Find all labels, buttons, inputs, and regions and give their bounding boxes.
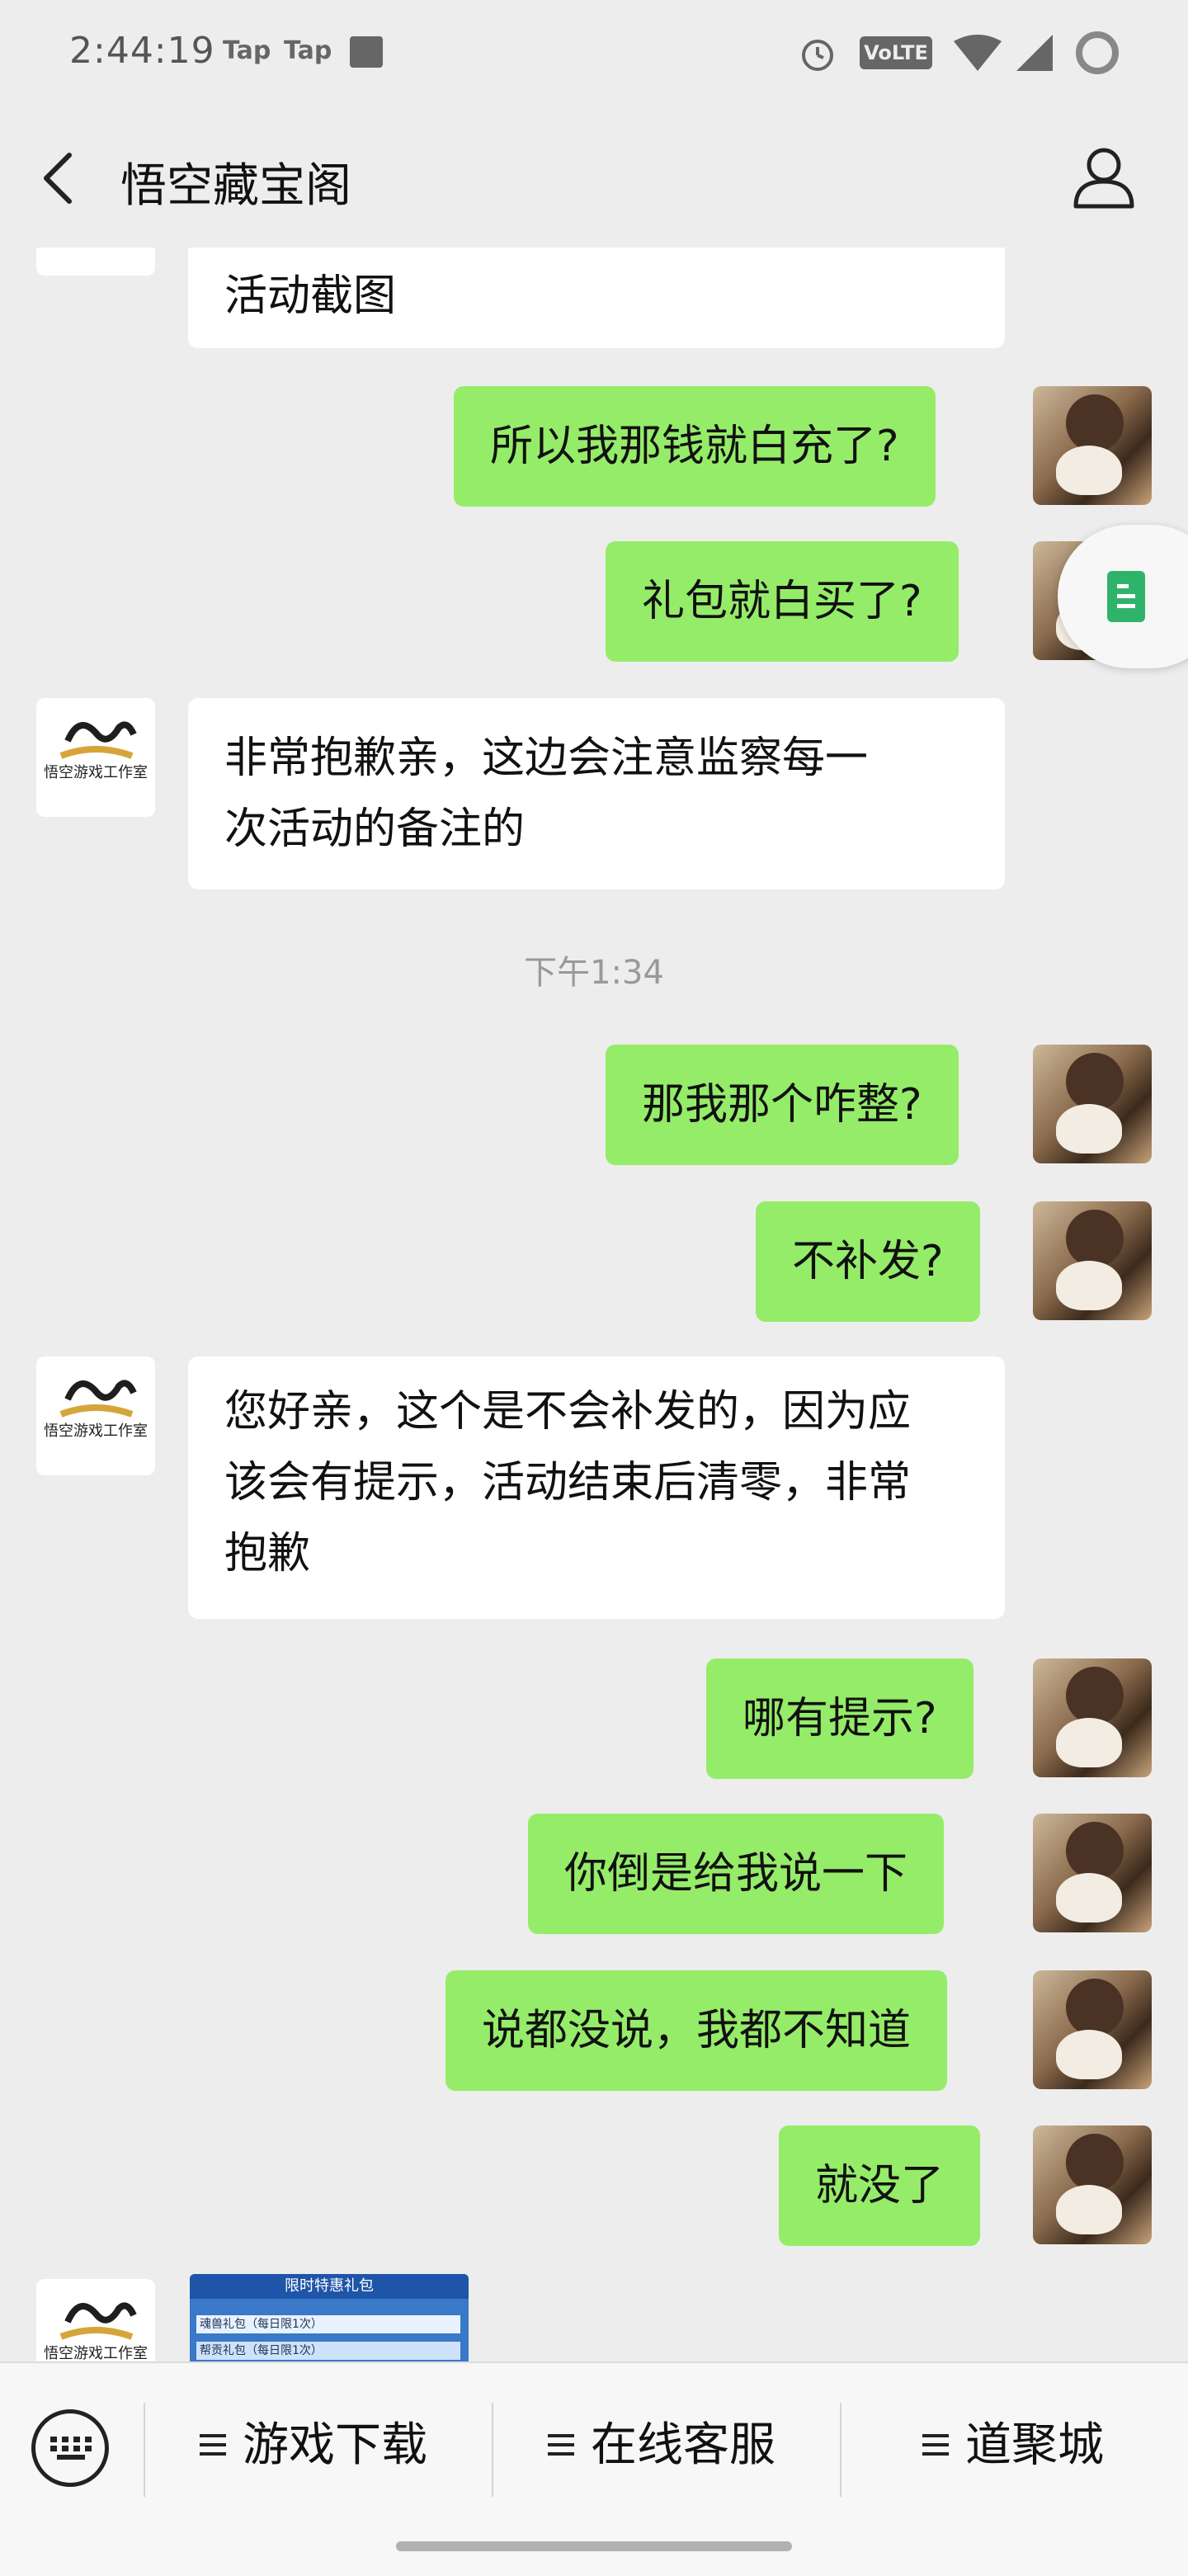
- menu-label: 游戏下载: [243, 2418, 427, 2472]
- outgoing-message[interactable]: 不补发?: [756, 1201, 980, 1322]
- user-avatar[interactable]: [1033, 2125, 1152, 2244]
- loading-ring-icon: [1076, 31, 1119, 74]
- bot-avatar[interactable]: 悟空游戏工作室: [36, 1356, 155, 1475]
- chat-header: 悟空藏宝阁: [0, 107, 1188, 248]
- bot-avatar[interactable]: 悟空游戏工作室: [36, 698, 155, 817]
- menu-divider: [840, 2403, 842, 2497]
- message-text: 礼包就白买了?: [642, 577, 922, 626]
- user-avatar[interactable]: [1033, 1970, 1152, 2089]
- image-message[interactable]: 限时特惠礼包 魂兽礼包（每日限1次） 帮贡礼包（每日限1次）: [190, 2274, 469, 2361]
- bot-avatar-label: 悟空游戏工作室: [44, 1422, 148, 1440]
- user-avatar[interactable]: [1033, 386, 1152, 505]
- studio-logo-icon: 悟空游戏工作室: [44, 721, 148, 781]
- message-text: 您好亲，这个是不会补发的，因为应 该会有提示，活动结束后清零，非常 抱歉: [224, 1387, 912, 1578]
- alarm-icon: [802, 40, 833, 71]
- incoming-message[interactable]: 非常抱歉亲，这边会注意监察每一 次活动的备注的: [188, 698, 1005, 889]
- outgoing-message[interactable]: 那我那个咋整?: [606, 1045, 959, 1165]
- outgoing-message[interactable]: 哪有提示?: [706, 1658, 974, 1779]
- menu-divider: [144, 2403, 145, 2497]
- status-time: 2:44:19: [69, 30, 215, 72]
- bot-avatar[interactable]: [36, 248, 155, 276]
- menu-daojucheng[interactable]: 道聚城: [922, 2413, 1104, 2479]
- menu-label: 在线客服: [591, 2418, 776, 2472]
- outgoing-message[interactable]: 礼包就白买了?: [606, 541, 959, 662]
- user-avatar[interactable]: [1033, 1201, 1152, 1320]
- message-text: 不补发?: [792, 1237, 944, 1286]
- bot-avatar[interactable]: 悟空游戏工作室: [36, 2279, 155, 2361]
- menu-icon: [922, 2433, 949, 2456]
- document-icon: [1107, 571, 1145, 622]
- wifi-icon: [954, 35, 1002, 71]
- outgoing-message[interactable]: 就没了: [779, 2125, 981, 2246]
- menu-icon: [548, 2433, 574, 2456]
- user-avatar[interactable]: [1033, 1814, 1152, 1932]
- bot-avatar-label: 悟空游戏工作室: [44, 764, 148, 781]
- image-row: 帮贡礼包（每日限1次）: [196, 2342, 460, 2360]
- chevron-left-icon[interactable]: [36, 149, 82, 208]
- outgoing-message[interactable]: 你倒是给我说一下: [528, 1814, 945, 1934]
- menu-online-service[interactable]: 在线客服: [548, 2413, 776, 2479]
- menu-divider: [492, 2403, 493, 2497]
- message-text: 那我那个咋整?: [642, 1080, 922, 1130]
- home-indicator[interactable]: [396, 2541, 792, 2551]
- menu-icon: [200, 2433, 226, 2456]
- bot-avatar-label: 悟空游戏工作室: [44, 2345, 148, 2361]
- message-text: 你倒是给我说一下: [564, 1849, 908, 1899]
- keyboard-icon[interactable]: [31, 2409, 109, 2487]
- tap-notification-icon: Tap: [223, 36, 271, 65]
- image-notification-icon: [350, 36, 383, 68]
- message-text: 哪有提示?: [742, 1694, 937, 1743]
- person-icon[interactable]: [1071, 144, 1137, 210]
- message-text: 就没了: [815, 2161, 945, 2210]
- studio-logo-icon: 悟空游戏工作室: [44, 2302, 148, 2361]
- message-text: 非常抱歉亲，这边会注意监察每一 次活动的备注的: [224, 734, 869, 854]
- incoming-message[interactable]: 活动截图: [188, 248, 1005, 348]
- menu-game-download[interactable]: 游戏下载: [200, 2413, 427, 2479]
- message-text: 说都没说，我都不知道: [482, 2006, 912, 2055]
- message-timestamp: 下午1:34: [524, 954, 664, 992]
- volte-icon: VoLTE: [860, 36, 932, 69]
- chat-title: 悟空藏宝阁: [120, 159, 351, 213]
- menu-label: 道聚城: [965, 2418, 1104, 2472]
- message-text: 活动截图: [224, 271, 397, 321]
- status-bar: 2:44:19 Tap Tap VoLTE: [0, 0, 1188, 107]
- image-row: 魂兽礼包（每日限1次）: [196, 2315, 460, 2333]
- outgoing-message[interactable]: 说都没说，我都不知道: [446, 1970, 948, 2091]
- outgoing-message[interactable]: 所以我那钱就白充了?: [454, 386, 936, 507]
- studio-logo-icon: 悟空游戏工作室: [44, 1380, 148, 1440]
- user-avatar[interactable]: [1033, 1045, 1152, 1163]
- image-title: 限时特惠礼包: [190, 2274, 469, 2299]
- signal-icon: [1016, 35, 1053, 71]
- user-avatar[interactable]: [1033, 1658, 1152, 1777]
- chat-message-list[interactable]: 活动截图 所以我那钱就白充了? 礼包就白买了? 悟空游戏工作室 非常抱歉亲，这边…: [0, 248, 1188, 2361]
- message-text: 所以我那钱就白充了?: [490, 422, 899, 471]
- tap-notification-icon: Tap: [284, 36, 332, 65]
- incoming-message[interactable]: 您好亲，这个是不会补发的，因为应 该会有提示，活动结束后清零，非常 抱歉: [188, 1356, 1005, 1619]
